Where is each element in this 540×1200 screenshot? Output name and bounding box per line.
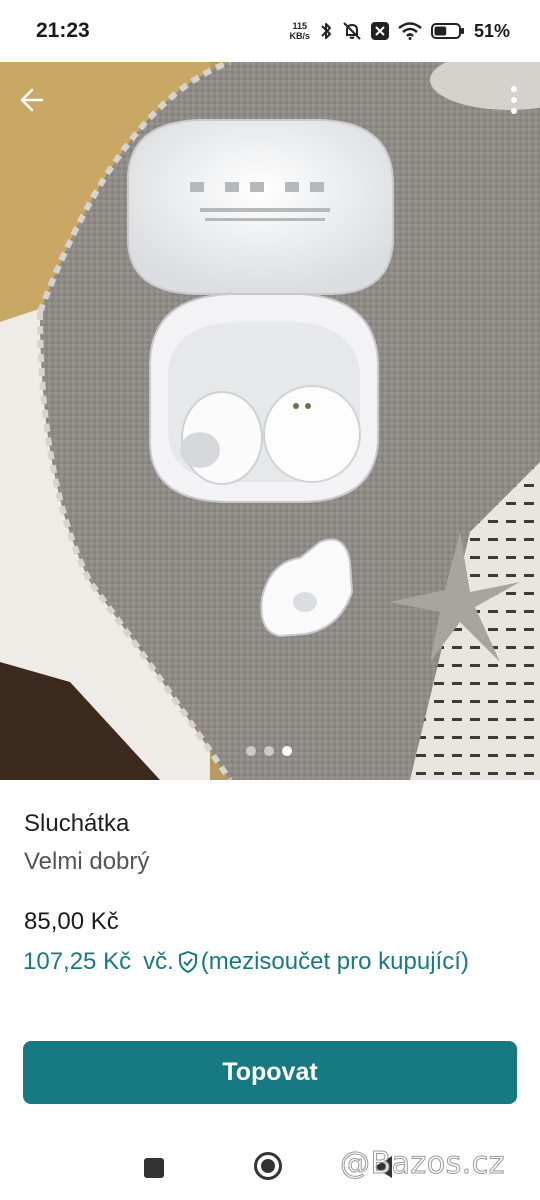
more-vertical-icon (511, 85, 517, 120)
shield-check-icon (178, 951, 198, 973)
listing-price: 85,00 Kč (24, 908, 119, 935)
buyer-price-incl: vč. (143, 948, 174, 975)
watermark: @Bazos.cz (340, 1146, 505, 1182)
listing-title: Sluchátka (24, 810, 130, 837)
bell-off-icon (342, 21, 362, 41)
system-nav-bar: @Bazos.cz (0, 1128, 540, 1200)
status-bar: 21:23 115 KB/s 51% (0, 0, 540, 62)
photo-gallery[interactable] (0, 62, 540, 780)
listing-condition: Velmi dobrý (24, 848, 150, 875)
gallery-dot[interactable] (264, 746, 274, 756)
gallery-pagination (246, 746, 292, 756)
buyer-price-note: (mezisoučet pro kupující) (200, 948, 469, 975)
back-button[interactable] (14, 84, 50, 120)
buyer-price: 107,25 Kč (23, 948, 132, 975)
product-photo (0, 62, 540, 780)
gallery-dot[interactable] (282, 746, 292, 756)
status-time: 21:23 (36, 19, 90, 42)
recent-apps-button[interactable] (144, 1158, 164, 1178)
battery-icon (430, 22, 465, 40)
buyer-price-row[interactable]: 107,25 Kč vč. (mezisoučet pro kupující) (23, 948, 469, 976)
home-button[interactable] (254, 1152, 282, 1180)
status-icons: 115 KB/s 51% (289, 16, 510, 46)
battery-percent: 51% (473, 20, 510, 41)
arrow-left-icon (18, 86, 46, 119)
more-options-button[interactable] (504, 84, 524, 120)
network-speed-unit: KB/s (289, 31, 310, 41)
x-box-icon (370, 22, 389, 40)
network-speed-value: 115 (292, 21, 307, 31)
bluetooth-icon (319, 21, 333, 41)
gallery-dot[interactable] (246, 746, 256, 756)
network-speed: 115 KB/s (289, 21, 310, 41)
promote-button[interactable]: Topovat (23, 1041, 517, 1104)
wifi-icon (398, 22, 422, 40)
